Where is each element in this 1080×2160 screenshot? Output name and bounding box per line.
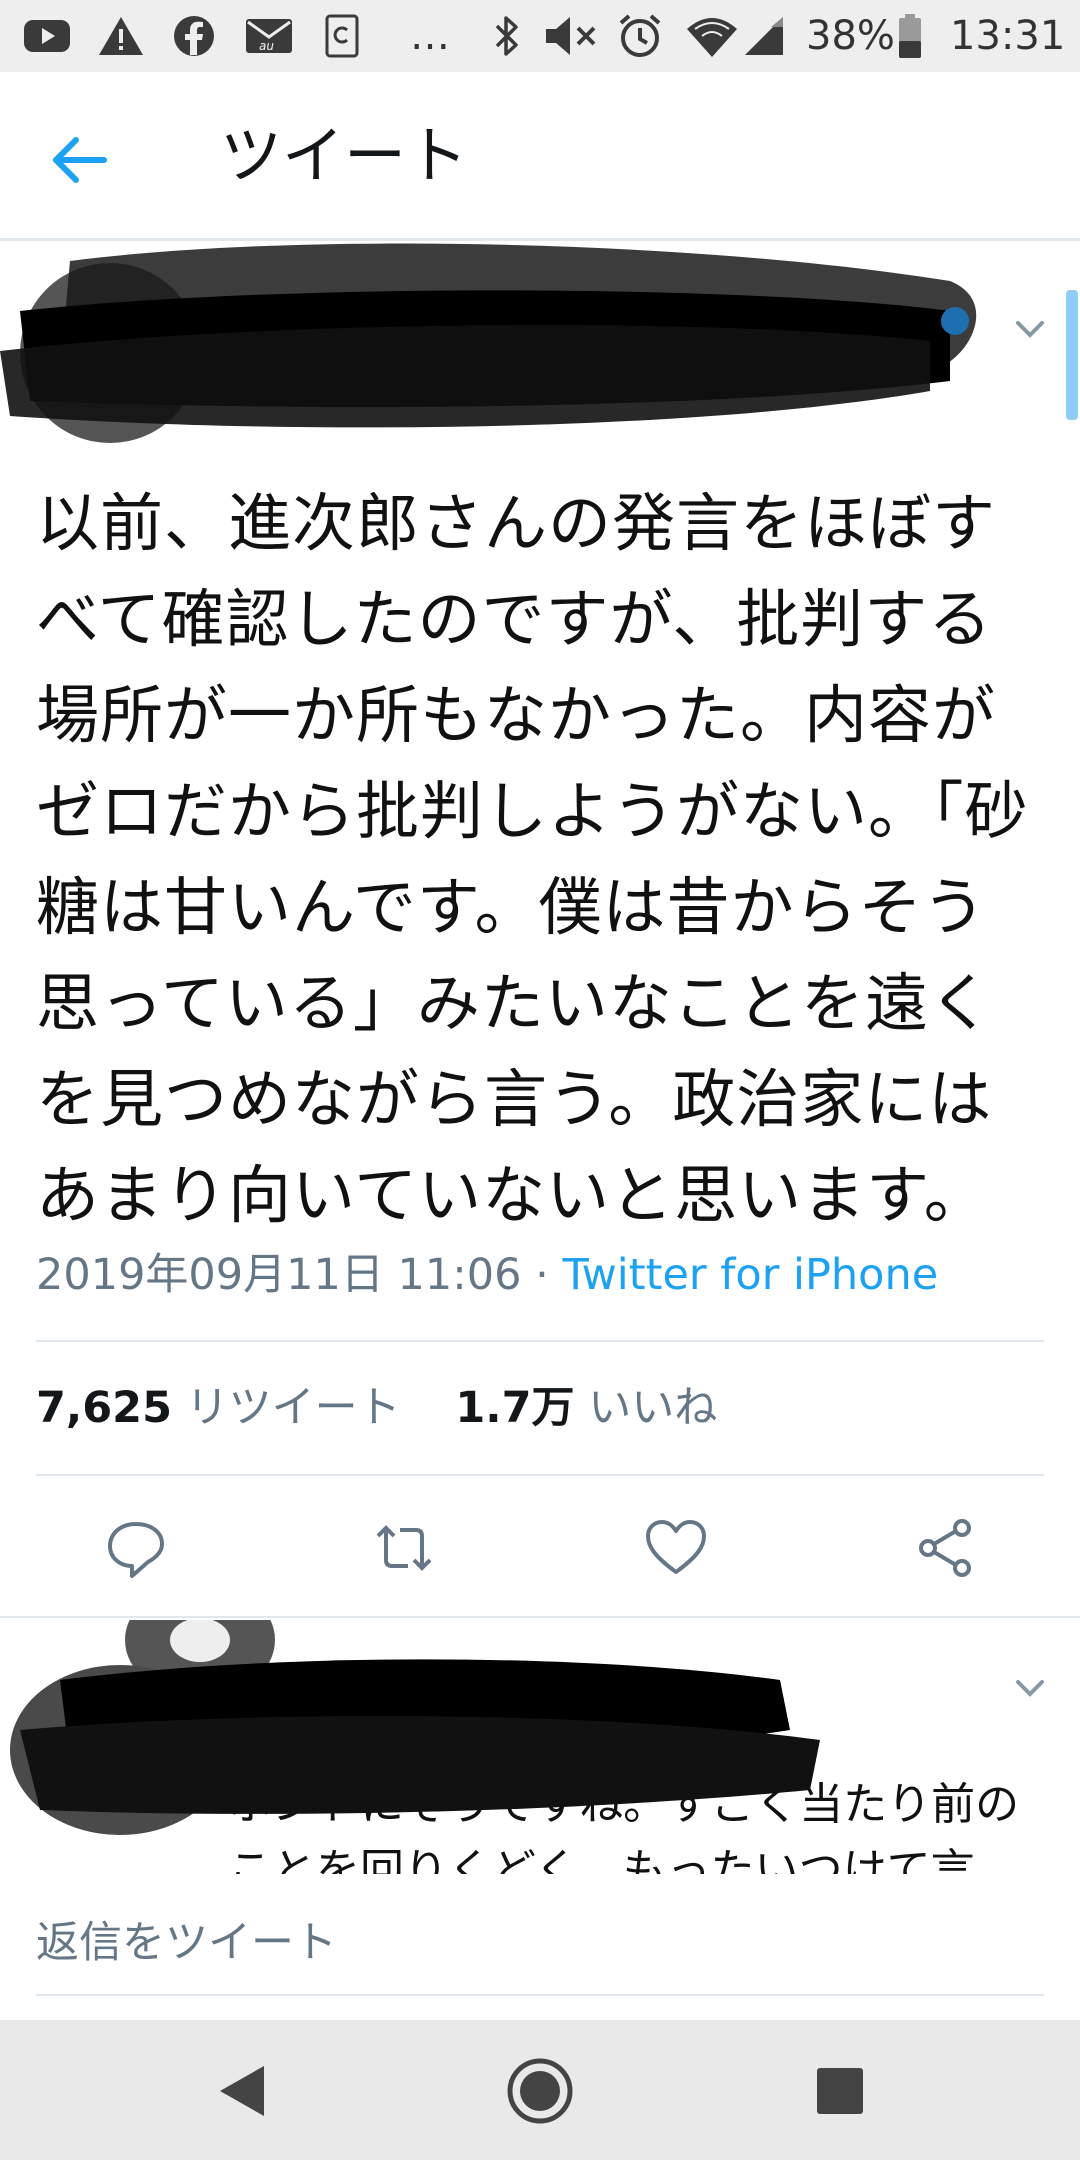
- tweet-timestamp: 2019年09月11日 11:06: [36, 1250, 522, 1300]
- warning-icon: [98, 14, 144, 58]
- divider: [0, 1616, 1080, 1618]
- recents-square-icon[interactable]: [805, 2056, 875, 2126]
- like-count: 1.7万: [455, 1383, 575, 1433]
- svg-text:au: au: [259, 39, 274, 53]
- redaction-scribble: [0, 243, 977, 443]
- reply-input[interactable]: 返信をツイート: [36, 1914, 337, 1972]
- battery-percent: 38%: [806, 13, 895, 59]
- status-more: …: [410, 13, 450, 59]
- bluetooth-icon: [492, 14, 522, 58]
- facebook-icon: [172, 14, 216, 58]
- share-icon[interactable]: [914, 1516, 978, 1580]
- tweet-source-link[interactable]: Twitter for iPhone: [562, 1250, 938, 1300]
- home-circle-icon[interactable]: [505, 2056, 575, 2126]
- status-time: 13:31: [950, 13, 1066, 59]
- battery-icon: [896, 14, 924, 58]
- retweet-count: 7,625: [36, 1383, 173, 1433]
- au-mail-icon: au: [244, 14, 294, 58]
- divider: [36, 1474, 1044, 1476]
- composer-underline: [36, 1994, 1044, 1996]
- youtube-icon: [22, 14, 72, 58]
- like-label: いいね: [588, 1383, 718, 1433]
- tweet-text: 以前、進次郎さんの発言をほぼすべて確認したのですが、批判する場所が一か所もなかっ…: [36, 487, 1029, 1232]
- retweet-icon[interactable]: [372, 1516, 436, 1580]
- reply-text: ホントにそうですね。すごく当たり前のことを回りくどく、もったいつけて言: [228, 1779, 1020, 1874]
- likes-stat[interactable]: 1.7万 いいね: [455, 1383, 717, 1433]
- tweet-author-header[interactable]: [0, 241, 1080, 461]
- retweets-stat[interactable]: 7,625 リツイート: [36, 1383, 401, 1433]
- page-title: ツイート: [220, 119, 469, 192]
- divider: [36, 1340, 1044, 1342]
- status-bar: au … 38% 13:31: [0, 0, 1080, 72]
- meta-separator: ·: [535, 1250, 549, 1300]
- system-nav-bar: [0, 2020, 1080, 2160]
- reply-composer: 返信をツイート: [0, 1874, 1080, 2020]
- back-triangle-icon[interactable]: [206, 2056, 276, 2126]
- top-bar: ツイート: [0, 72, 1080, 240]
- tweet-stats: 7,625 リツイート 1.7万 いいね: [36, 1378, 717, 1438]
- mute-icon: [544, 14, 600, 58]
- tweet-meta: 2019年09月11日 11:06 · Twitter for iPhone: [36, 1246, 938, 1304]
- chevron-down-icon[interactable]: [1010, 1668, 1050, 1708]
- reply-item[interactable]: ホントにそうですね。すごく当たり前のことを回りくどく、もったいつけて言: [0, 1620, 1080, 1874]
- clipboard-icon: [322, 14, 362, 58]
- alarm-icon: [616, 14, 664, 58]
- signal-icon: [742, 14, 786, 58]
- scrollbar-thumb[interactable]: [1066, 290, 1078, 420]
- like-icon[interactable]: [644, 1516, 708, 1580]
- retweet-label: リツイート: [185, 1383, 401, 1433]
- reply-icon[interactable]: [104, 1516, 168, 1580]
- arrow-left-icon[interactable]: [48, 128, 112, 192]
- chevron-down-icon[interactable]: [1010, 309, 1050, 349]
- wifi-icon: [684, 14, 740, 58]
